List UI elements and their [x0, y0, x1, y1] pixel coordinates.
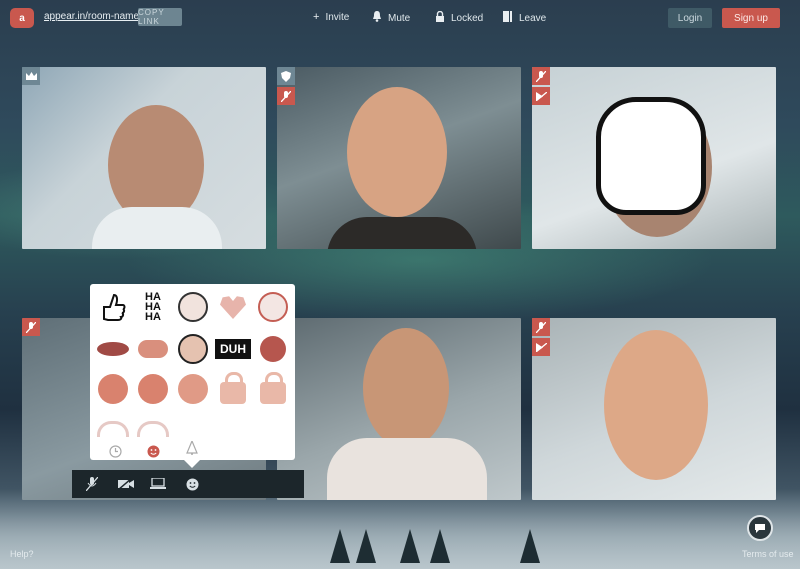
video-tile-participant-5[interactable]	[277, 318, 521, 500]
invite-label: Invite	[325, 11, 350, 23]
baby-sticker-option[interactable]	[176, 290, 210, 324]
invite-button[interactable]: + Invite	[313, 11, 349, 23]
bell-tab-icon[interactable]	[180, 438, 204, 458]
pine-tree	[400, 529, 420, 563]
video-tile-participant-6[interactable]	[532, 318, 776, 500]
bread-icon	[138, 340, 168, 358]
camera-off-icon[interactable]	[118, 476, 134, 492]
unicorn-sticker-option[interactable]	[256, 290, 290, 324]
mic-muted-icon	[532, 67, 550, 85]
video-tile-participant-2[interactable]	[277, 67, 521, 249]
baby-face	[178, 292, 208, 322]
scared-face-sticker-option[interactable]	[176, 372, 210, 406]
pine-tree	[520, 529, 540, 563]
lock-sticker-icon	[220, 372, 246, 404]
top-bar: a appear.in/room-name COPY LINK + Invite…	[0, 0, 800, 36]
pine-tree	[356, 529, 376, 563]
bread-sticker-option[interactable]	[136, 332, 170, 366]
laughing-face-sticker-option[interactable]	[96, 372, 130, 406]
video-muted-icon	[532, 87, 550, 105]
bell-icon	[372, 11, 382, 25]
tree-icon	[260, 336, 286, 362]
logo-letter: a	[19, 12, 25, 24]
appear-in-logo[interactable]: a	[10, 8, 34, 28]
mic-muted-icon	[22, 318, 40, 336]
video-tile-participant-3[interactable]	[532, 67, 776, 249]
pine-tree	[430, 529, 450, 563]
locked-label: Locked	[451, 12, 484, 24]
laughing-face	[98, 374, 128, 404]
clock-icon[interactable]	[103, 441, 127, 461]
smiley-tab-icon[interactable]	[141, 441, 165, 461]
copy-link-button[interactable]: COPY LINK	[138, 8, 182, 26]
thumbs-up-sticker-option[interactable]	[96, 290, 130, 324]
lips-sticker-option[interactable]	[96, 332, 130, 366]
haha-text: HA HA HA	[145, 291, 161, 323]
plus-icon: +	[313, 11, 320, 23]
rainbow-icon	[137, 421, 169, 437]
tree-sticker-option[interactable]	[256, 332, 290, 366]
video-muted-icon	[532, 338, 550, 356]
mic-muted-icon	[277, 87, 295, 105]
participant-shirt	[92, 207, 222, 249]
lips-icon	[97, 342, 129, 356]
signup-button[interactable]: Sign up	[722, 8, 780, 28]
video-tile-participant-1[interactable]	[22, 67, 266, 249]
rainbow-icon	[97, 421, 129, 437]
haha-sticker-option[interactable]: HA HA HA	[136, 290, 170, 324]
unicorn-face	[258, 292, 288, 322]
mute-label: Mute	[388, 12, 411, 24]
sticker-picker: HA HA HA DUH	[90, 284, 295, 468]
grinning-face-sticker-option[interactable]	[136, 372, 170, 406]
participant-shirt	[327, 438, 487, 500]
heart-icon	[220, 296, 246, 319]
pine-tree	[330, 529, 350, 563]
chat-icon[interactable]	[747, 515, 773, 541]
lock-sticker-option-2[interactable]	[256, 372, 290, 406]
call-controls	[72, 470, 304, 498]
participant-shirt	[327, 217, 477, 249]
terms-of-use-link[interactable]: Terms of use	[742, 549, 794, 559]
mute-button[interactable]: Mute	[372, 11, 410, 25]
thumbs-up-sticker	[596, 97, 706, 215]
scared-face	[178, 374, 208, 404]
mic-muted-icon[interactable]	[84, 476, 100, 492]
leave-label: Leave	[519, 12, 547, 24]
bearded-face-sticker-option[interactable]	[176, 332, 210, 366]
participant-video	[347, 87, 447, 217]
screen-share-icon[interactable]	[150, 476, 166, 492]
leave-icon	[503, 11, 513, 25]
heart-sticker-option[interactable]	[216, 290, 250, 324]
crown-icon	[22, 67, 40, 85]
locked-button[interactable]: Locked	[435, 10, 484, 25]
room-url-link[interactable]: appear.in/room-name	[44, 11, 139, 22]
lock-sticker-icon	[260, 372, 286, 404]
shield-icon	[277, 67, 295, 85]
help-link[interactable]: Help?	[10, 549, 34, 559]
sticker-icon[interactable]	[184, 476, 200, 492]
participant-video	[363, 328, 449, 448]
lock-icon	[435, 10, 445, 25]
mic-muted-icon	[532, 318, 550, 336]
grinning-face	[138, 374, 168, 404]
participant-video	[604, 330, 708, 480]
bearded-face	[178, 334, 208, 364]
duh-text: DUH	[215, 339, 251, 359]
lock-sticker-option[interactable]	[216, 372, 250, 406]
duh-sticker-option[interactable]: DUH	[215, 332, 251, 366]
login-button[interactable]: Login	[668, 8, 712, 28]
leave-button[interactable]: Leave	[503, 11, 546, 25]
